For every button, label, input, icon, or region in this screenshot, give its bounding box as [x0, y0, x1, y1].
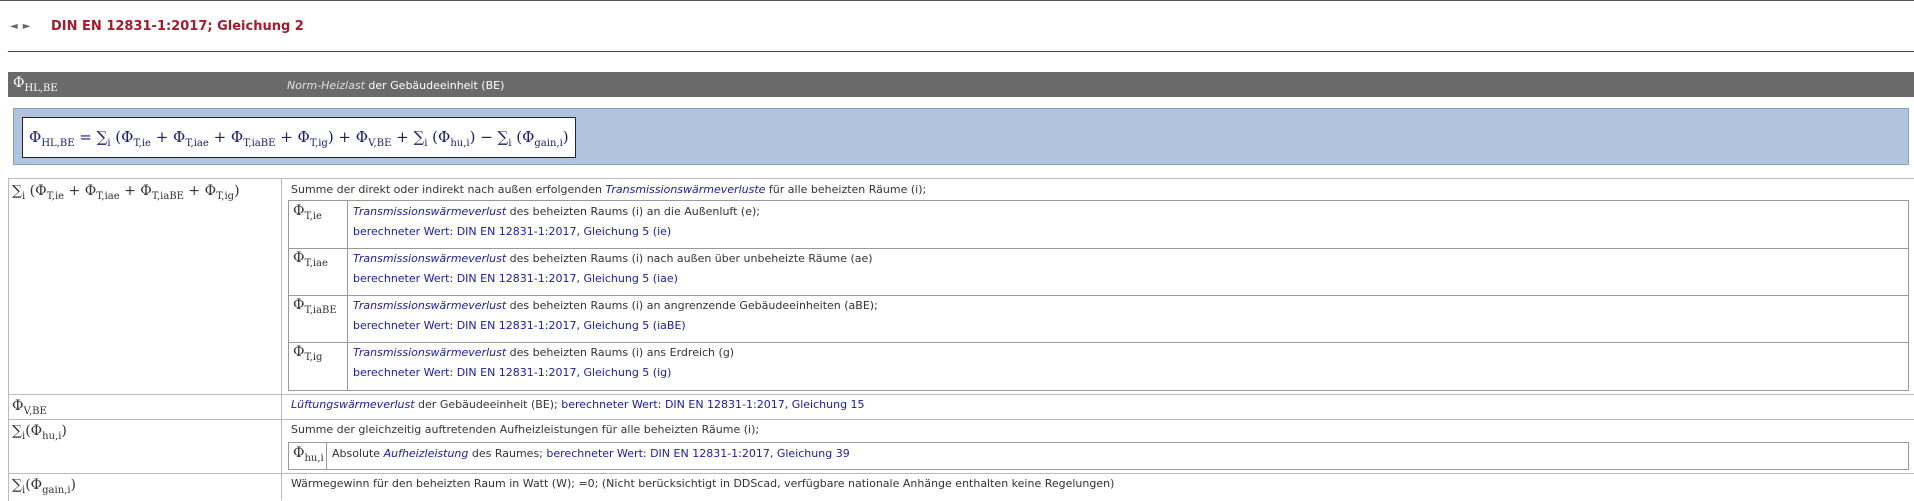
item-link[interactable]: Transmissionswärmeverlust [353, 346, 506, 359]
page-title: DIN EN 12831-1:2017; Gleichung 2 [51, 19, 304, 34]
item-link[interactable]: Transmissionswärmeverlust [353, 252, 506, 265]
row-symbol: ∑i(Φhu,i) [8, 419, 282, 473]
row-description: Lüftungswärmeverlust der Gebäudeeinheit … [291, 398, 865, 411]
row-symbol: ∑i (ΦT,ie + ΦT,iae + ΦT,iaBE + ΦT,ig) [8, 179, 282, 394]
header-symbol: ΦHL,BE [13, 75, 58, 94]
top-border [0, 0, 1914, 1]
transmission-loss-link[interactable]: Transmissionswärmeverluste [605, 183, 765, 196]
page-nav: ◄► [10, 21, 35, 32]
transmission-subtable: ΦT,ie Transmissionswärmeverlust des behe… [288, 200, 1909, 391]
row-symbol: ΦV,BE [8, 394, 282, 419]
formula-header: ΦHL,BE Norm-Heizlast der Gebäudeeinheit … [8, 72, 1914, 97]
equation-panel: ΦHL,BE = ∑i (ΦT,ie + ΦT,iae + ΦT,iaBE + … [13, 108, 1909, 165]
table-row-gain: ∑i(Φgain,i) Wärmegewinn für den beheizte… [8, 473, 1914, 500]
row-symbol: ∑i(Φgain,i) [8, 473, 282, 500]
list-item: ΦT,ig Transmissionswärmeverlust des behe… [289, 342, 1908, 390]
next-page-icon[interactable]: ► [23, 21, 36, 32]
title-divider [8, 51, 1914, 52]
calc-link[interactable]: berechneter Wert: DIN EN 12831-1:2017, G… [353, 319, 686, 332]
calc-link[interactable]: berechneter Wert: DIN EN 12831-1:2017, G… [546, 447, 849, 460]
row-description: Wärmegewinn für den beheizten Raum in Wa… [291, 477, 1115, 490]
list-item: ΦT,ie Transmissionswärmeverlust des behe… [289, 201, 1908, 249]
item-link[interactable]: Transmissionswärmeverlust [353, 205, 506, 218]
calc-link[interactable]: berechneter Wert: DIN EN 12831-1:2017, G… [561, 398, 864, 411]
header-description: Norm-Heizlast der Gebäudeeinheit (BE) [287, 79, 505, 92]
item-link[interactable]: Transmissionswärmeverlust [353, 299, 506, 312]
list-item: ΦT,iae Transmissionswärmeverlust des beh… [289, 248, 1908, 296]
table-row-ventilation: ΦV,BE Lüftungswärmeverlust der Gebäudeei… [8, 394, 1914, 420]
calc-link[interactable]: berechneter Wert: DIN EN 12831-1:2017, G… [353, 366, 671, 379]
calc-link[interactable]: berechneter Wert: DIN EN 12831-1:2017, G… [353, 272, 678, 285]
ventilation-loss-link[interactable]: Lüftungswärmeverlust [291, 398, 415, 411]
heatup-subtable: Φhu,i Absolute Aufheizleistung des Raume… [288, 442, 1909, 470]
main-equation: ΦHL,BE = ∑i (ΦT,ie + ΦT,iae + ΦT,iaBE + … [22, 117, 576, 158]
prev-page-icon[interactable]: ◄ [10, 21, 23, 32]
list-item: ΦT,iaBE Transmissionswärmeverlust des be… [289, 295, 1908, 343]
heatup-link[interactable]: Aufheizleistung [384, 447, 469, 460]
list-item: Φhu,i Absolute Aufheizleistung des Raume… [289, 443, 1908, 469]
calc-link[interactable]: berechneter Wert: DIN EN 12831-1:2017, G… [353, 225, 671, 238]
